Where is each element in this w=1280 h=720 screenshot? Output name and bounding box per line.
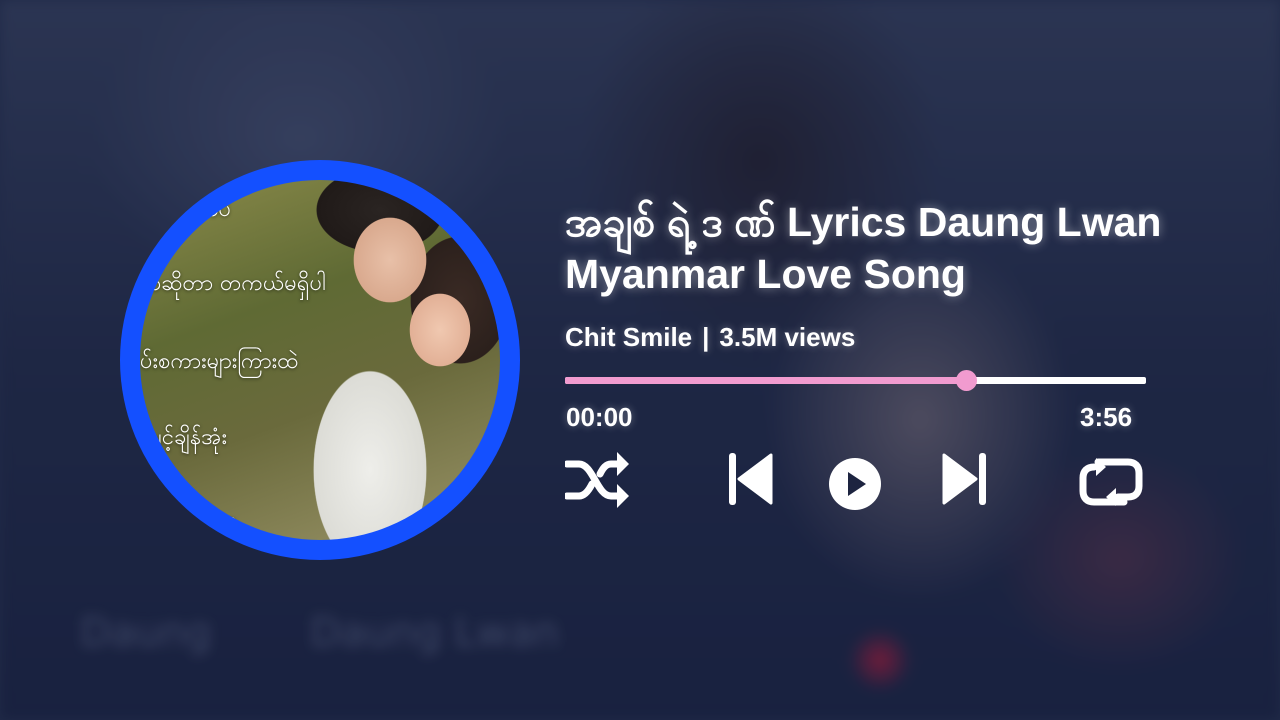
- play-button[interactable]: [828, 457, 882, 511]
- song-title: အချစ် ရဲ့ ဒ ဏ် Lyrics Daung Lwan Myanmar…: [565, 199, 1162, 297]
- cover-art-ring: ပိုင်အမောပဲ သဆိုတာ တကယ်မရှိပါ ပ်းစကားမျာ…: [120, 160, 520, 560]
- shuffle-button[interactable]: [565, 450, 631, 510]
- duration-time: 3:56: [1080, 402, 1133, 432]
- cover-lyric-line: ချင့်ချိန်အုံး: [146, 425, 228, 450]
- previous-icon: [729, 453, 773, 505]
- meta-separator: |: [702, 322, 710, 352]
- progress-knob[interactable]: [955, 370, 977, 391]
- artist-name[interactable]: Chit Smile: [565, 322, 692, 352]
- previous-button[interactable]: [727, 451, 773, 507]
- cover-lyric-line: ပ်းစကားများကြားထဲ: [140, 349, 299, 374]
- play-icon: [829, 458, 881, 510]
- repeat-button[interactable]: [1078, 456, 1144, 508]
- song-meta: Chit Smile | 3.5M views: [565, 322, 855, 353]
- current-time: 00:00: [566, 402, 633, 432]
- player-screen: Daung Daung Lwan ပိုင်အမောပဲ သဆိုတာ တကယ်…: [0, 0, 1280, 720]
- cover-lyric-line: သဆိုတာ တကယ်မရှိပါ: [140, 271, 326, 296]
- next-button[interactable]: [942, 451, 988, 507]
- progress-fill: [565, 377, 966, 384]
- repeat-icon: [1079, 458, 1143, 506]
- progress-bar[interactable]: [565, 370, 1146, 391]
- shuffle-icon: [565, 452, 629, 508]
- cover-lyric-line: ပိုင်အမောပဲ: [140, 197, 232, 222]
- view-count: 3.5M views: [719, 322, 856, 352]
- cover-lyric-line: ကူ: [220, 509, 236, 528]
- cover-art-image: ပိုင်အမောပဲ သဆိုတာ တကယ်မရှိပါ ပ်းစကားမျာ…: [140, 180, 500, 540]
- next-icon: [942, 453, 986, 505]
